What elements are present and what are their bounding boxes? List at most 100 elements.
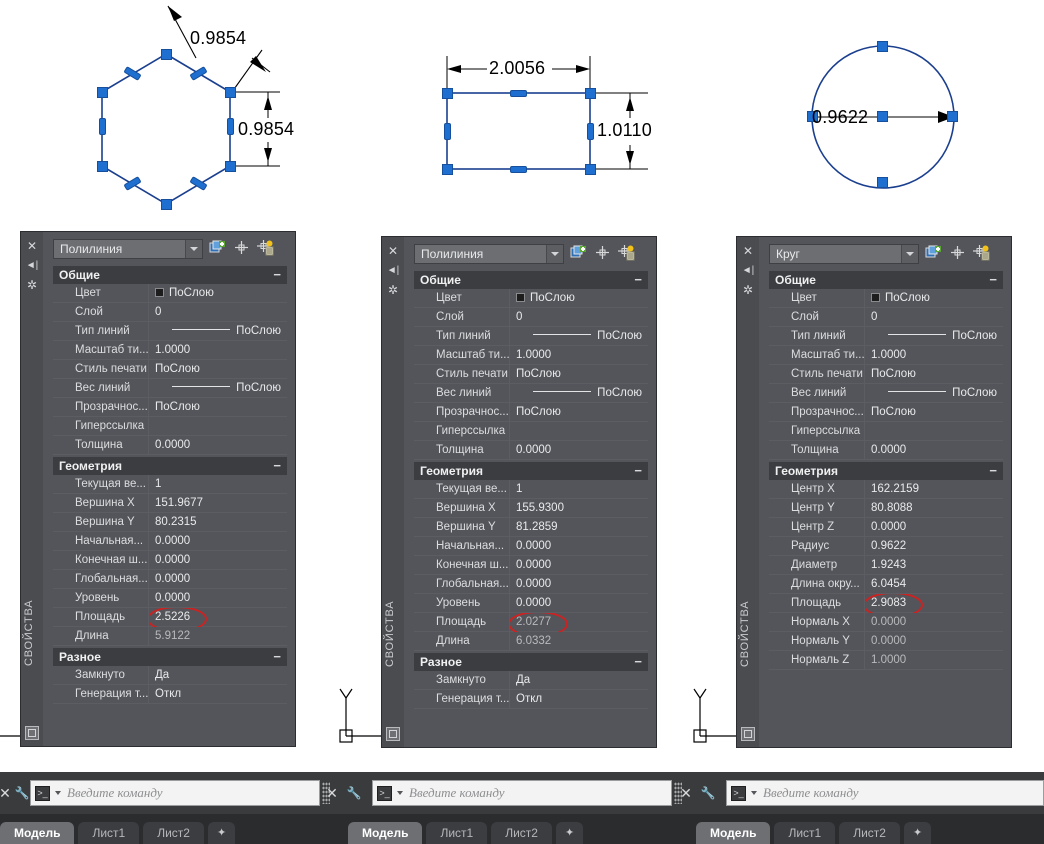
grip-vertex[interactable] xyxy=(97,161,108,172)
command-input[interactable]: >_ Введите команду xyxy=(726,780,1044,806)
close-icon[interactable]: ✕ xyxy=(676,781,696,805)
auto-hide-icon[interactable]: ◄| xyxy=(24,258,40,274)
add-layout-button[interactable]: ✦ xyxy=(207,822,236,844)
property-row[interactable]: Цвет ПоСлою xyxy=(414,288,648,308)
toggle-pickadd-icon[interactable] xyxy=(925,245,943,263)
property-value[interactable]: ПоСлою xyxy=(510,365,648,384)
property-row[interactable]: Слой 0 xyxy=(414,307,648,327)
property-row[interactable]: Глобальная... 0.0000 xyxy=(414,574,648,594)
property-value[interactable]: 1 xyxy=(510,480,648,499)
property-value[interactable]: ПоСлою xyxy=(510,384,648,403)
property-value[interactable]: 80.2315 xyxy=(149,513,287,532)
collapse-toggle-icon[interactable]: − xyxy=(989,462,997,480)
grip-vertex[interactable] xyxy=(442,88,453,99)
property-value[interactable]: 0.0000 xyxy=(865,632,1003,651)
property-row[interactable]: Вершина Y 81.2859 xyxy=(414,517,648,537)
property-row[interactable]: Нормаль Z 1.0000 xyxy=(769,650,1003,670)
property-row[interactable]: Тип линий ПоСлою xyxy=(769,326,1003,346)
property-value[interactable]: ПоСлою xyxy=(149,322,287,341)
properties-menu-icon[interactable]: ✲ xyxy=(385,282,401,298)
property-row[interactable]: Уровень 0.0000 xyxy=(53,588,287,608)
object-type-combobox[interactable]: Полилиния xyxy=(53,239,203,259)
property-value[interactable]: 1 xyxy=(149,475,287,494)
command-prompt-icon[interactable]: >_ xyxy=(377,785,392,801)
property-row[interactable]: Толщина 0.0000 xyxy=(53,435,287,455)
collapse-toggle-icon[interactable]: − xyxy=(989,271,997,289)
quick-select-icon[interactable] xyxy=(257,240,275,258)
property-value[interactable]: ПоСлою xyxy=(149,398,287,417)
tab-модель[interactable]: Модель xyxy=(0,822,75,844)
add-layout-button[interactable]: ✦ xyxy=(555,822,584,844)
grip-midpoint[interactable] xyxy=(444,123,451,140)
chevron-down-icon[interactable] xyxy=(185,240,202,258)
property-row[interactable]: Гиперссылка xyxy=(769,421,1003,441)
chevron-down-icon[interactable] xyxy=(546,245,563,263)
customize-icon[interactable]: 🔧 xyxy=(12,781,32,805)
command-input[interactable]: >_ Введите команду xyxy=(30,780,320,806)
property-row[interactable]: Толщина 0.0000 xyxy=(769,440,1003,460)
property-row[interactable]: Вес линий ПоСлою xyxy=(53,378,287,398)
property-value[interactable]: 0.0000 xyxy=(510,441,648,460)
grip-center[interactable] xyxy=(877,111,888,122)
close-icon[interactable]: ✕ xyxy=(740,243,756,259)
property-row[interactable]: Конечная ш... 0.0000 xyxy=(414,555,648,575)
customize-icon[interactable]: 🔧 xyxy=(698,781,718,805)
property-row[interactable]: Радиус 0.9622 xyxy=(769,536,1003,556)
property-value[interactable]: ПоСлою xyxy=(865,327,1003,346)
property-value[interactable]: 0 xyxy=(865,308,1003,327)
property-value[interactable]: ПоСлою xyxy=(510,289,648,308)
property-row[interactable]: Замкнуто Да xyxy=(414,670,648,690)
property-row[interactable]: Текущая ве... 1 xyxy=(414,479,648,499)
properties-panel-icon[interactable] xyxy=(25,726,39,740)
toggle-pickadd-icon[interactable] xyxy=(570,245,588,263)
property-row[interactable]: Слой 0 xyxy=(53,302,287,322)
property-row[interactable]: Стиль печати ПоСлою xyxy=(414,364,648,384)
property-value[interactable]: 80.8088 xyxy=(865,499,1003,518)
select-objects-icon[interactable] xyxy=(233,240,251,258)
close-icon[interactable]: ✕ xyxy=(0,781,11,805)
property-row[interactable]: Длина окру... 6.0454 xyxy=(769,574,1003,594)
tab-лист2[interactable]: Лист2 xyxy=(143,822,204,844)
command-prompt-icon[interactable]: >_ xyxy=(35,785,50,801)
grip-vertex[interactable] xyxy=(225,87,236,98)
property-row[interactable]: Гиперссылка xyxy=(53,416,287,436)
grip-quadrant[interactable] xyxy=(877,177,888,188)
property-value[interactable]: Да xyxy=(149,666,287,685)
section-header[interactable]: Геометрия − xyxy=(53,457,287,475)
grip-midpoint[interactable] xyxy=(227,118,234,135)
customize-icon[interactable]: 🔧 xyxy=(344,781,364,805)
toggle-pickadd-icon[interactable] xyxy=(209,240,227,258)
property-row[interactable]: Тип линий ПоСлою xyxy=(414,326,648,346)
property-row[interactable]: Масштаб ти... 1.0000 xyxy=(53,340,287,360)
select-objects-icon[interactable] xyxy=(949,245,967,263)
property-value[interactable]: 2.9083 xyxy=(865,593,1003,613)
property-row[interactable]: Длина 5.9122 xyxy=(53,626,287,646)
grip-vertex[interactable] xyxy=(442,164,453,175)
collapse-toggle-icon[interactable]: − xyxy=(273,266,281,284)
property-row[interactable]: Цвет ПоСлою xyxy=(53,283,287,303)
property-value[interactable]: Откл xyxy=(149,685,287,704)
add-layout-button[interactable]: ✦ xyxy=(903,822,932,844)
property-row[interactable]: Цвет ПоСлою xyxy=(769,288,1003,308)
grip-vertex[interactable] xyxy=(585,88,596,99)
section-header[interactable]: Геометрия − xyxy=(769,462,1003,480)
property-row[interactable]: Стиль печати ПоСлою xyxy=(769,364,1003,384)
property-value[interactable]: 0 xyxy=(149,303,287,322)
grip-vertex[interactable] xyxy=(161,49,172,60)
tab-лист1[interactable]: Лист1 xyxy=(426,822,488,844)
section-header[interactable]: Общие − xyxy=(769,271,1003,289)
property-value[interactable] xyxy=(865,422,1003,441)
property-row[interactable]: Начальная... 0.0000 xyxy=(414,536,648,556)
property-value[interactable]: 6.0454 xyxy=(865,575,1003,594)
property-value[interactable]: 0.0000 xyxy=(149,589,287,608)
property-value[interactable]: 0.0000 xyxy=(149,436,287,455)
quick-select-icon[interactable] xyxy=(618,245,636,263)
property-row[interactable]: Центр Y 80.8088 xyxy=(769,498,1003,518)
close-icon[interactable]: ✕ xyxy=(322,781,342,805)
collapse-toggle-icon[interactable]: − xyxy=(634,653,642,671)
grip-vertex[interactable] xyxy=(161,199,172,210)
property-value[interactable]: Да xyxy=(510,671,648,690)
property-value[interactable]: ПоСлою xyxy=(510,327,648,346)
property-row[interactable]: Конечная ш... 0.0000 xyxy=(53,550,287,570)
property-row[interactable]: Площадь 2.5226 xyxy=(53,607,287,627)
